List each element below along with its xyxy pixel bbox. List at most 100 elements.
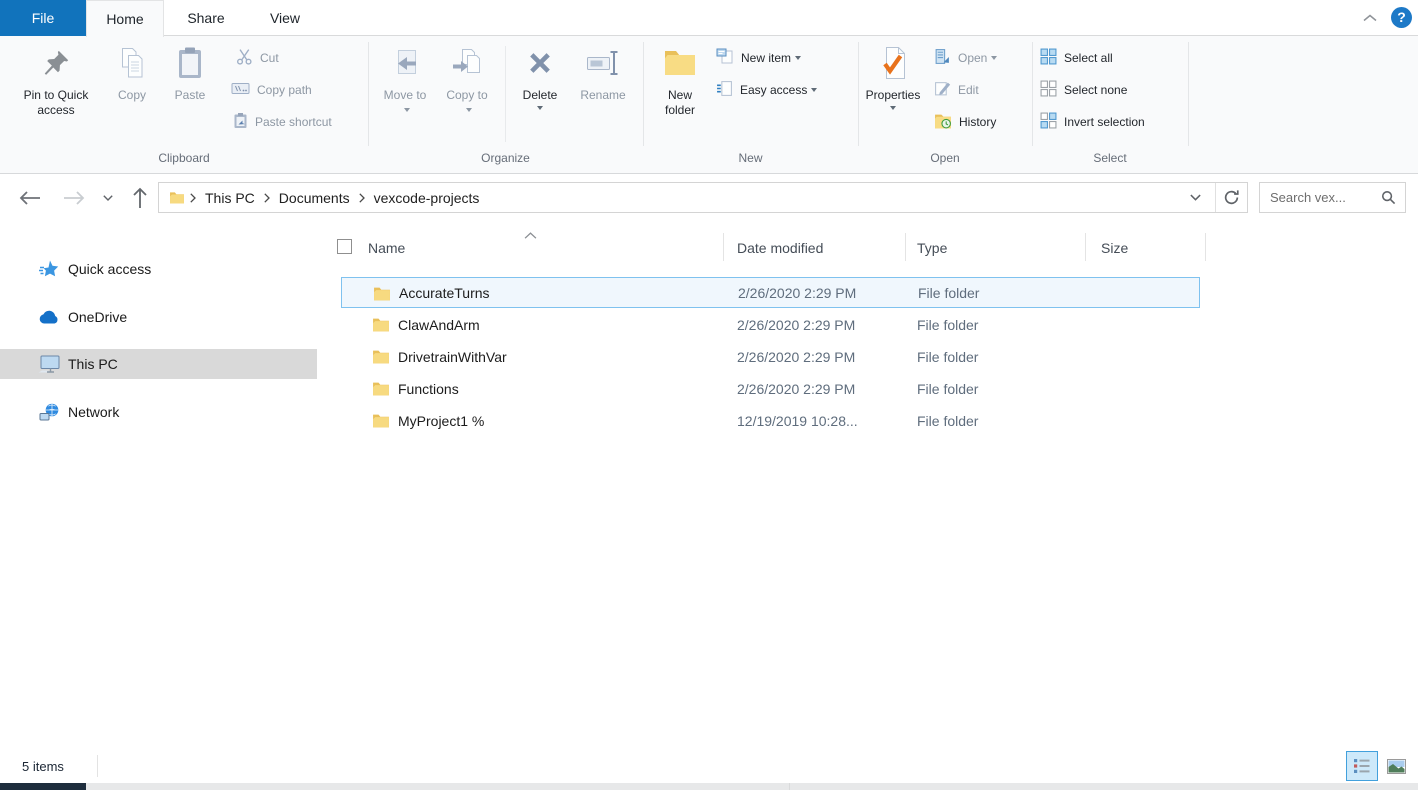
file-row[interactable]: AccurateTurns 2/26/2020 2:29 PM File fol…	[341, 277, 1200, 308]
file-row[interactable]: ClawAndArm 2/26/2020 2:29 PM File folder	[341, 309, 1200, 340]
forward-button[interactable]	[60, 186, 88, 210]
clipboard-paste-icon	[162, 40, 218, 86]
pushpin-icon	[14, 40, 98, 86]
arrow-up-icon	[133, 187, 147, 209]
new-item-button[interactable]: New item	[716, 46, 801, 70]
select-all-button[interactable]: Select all	[1040, 46, 1113, 70]
pin-to-quick-access-button[interactable]: Pin to Quick access	[14, 40, 98, 118]
ribbon-tab-bar: File Home Share View ?	[0, 0, 1418, 36]
group-divider	[1188, 42, 1189, 146]
thumbnail-view-icon	[1387, 759, 1406, 774]
status-bar: 5 items	[0, 750, 1418, 783]
breadcrumb-chevron-icon	[354, 193, 370, 203]
dropdown-caret-icon	[890, 106, 896, 110]
folder-icon	[372, 381, 390, 401]
file-date: 2/26/2020 2:29 PM	[738, 285, 856, 301]
properties-button[interactable]: Properties	[862, 40, 924, 110]
sort-ascending-icon	[524, 226, 537, 244]
copy-path-button[interactable]: Copy path	[231, 78, 312, 102]
group-label-select: Select	[1032, 151, 1188, 169]
rename-button[interactable]: Rename	[570, 40, 636, 103]
chevron-down-icon	[103, 195, 113, 201]
file-row[interactable]: DrivetrainWithVar 2/26/2020 2:29 PM File…	[341, 341, 1200, 372]
file-name: ClawAndArm	[398, 317, 480, 333]
select-all-icon	[1040, 48, 1057, 68]
delete-button[interactable]: Delete	[512, 40, 568, 110]
scissors-icon	[236, 48, 253, 68]
invert-selection-button[interactable]: Invert selection	[1040, 110, 1145, 134]
paste-shortcut-button[interactable]: Paste shortcut	[233, 110, 332, 134]
file-row[interactable]: Functions 2/26/2020 2:29 PM File folder	[341, 373, 1200, 404]
help-button[interactable]: ?	[1391, 7, 1412, 28]
group-label-clipboard: Clipboard	[0, 151, 368, 169]
column-header-name[interactable]: Name	[368, 238, 405, 258]
column-header-size[interactable]: Size	[1101, 238, 1128, 258]
chevron-down-icon	[1190, 194, 1201, 201]
folder-icon	[372, 349, 390, 369]
column-header-type[interactable]: Type	[917, 238, 947, 258]
file-row[interactable]: MyProject1 % 12/19/2019 10:28... File fo…	[341, 405, 1200, 436]
tab-share[interactable]: Share	[164, 0, 248, 36]
file-name: MyProject1 %	[398, 413, 484, 429]
paste-button[interactable]: Paste	[162, 40, 218, 103]
question-mark-icon: ?	[1397, 7, 1406, 28]
easy-access-icon	[716, 80, 733, 100]
file-date: 12/19/2019 10:28...	[737, 413, 858, 429]
edit-pencil-icon	[934, 80, 951, 100]
search-input[interactable]	[1260, 190, 1381, 205]
column-divider[interactable]	[1085, 233, 1086, 261]
quick-access-star-icon	[38, 259, 60, 279]
paste-shortcut-icon	[233, 112, 248, 132]
easy-access-button[interactable]: Easy access	[716, 78, 817, 102]
sidebar-item-network[interactable]: Network	[0, 397, 317, 427]
recent-locations-button[interactable]	[100, 192, 116, 204]
copy-button[interactable]: Copy	[104, 40, 160, 103]
tab-home[interactable]: Home	[86, 0, 164, 37]
column-divider[interactable]	[723, 233, 724, 261]
column-divider[interactable]	[905, 233, 906, 261]
collapse-ribbon-button[interactable]	[1358, 7, 1382, 28]
address-bar[interactable]: This PC Documents vexcode-projects	[158, 182, 1248, 213]
sidebar-item-this-pc[interactable]: This PC	[0, 349, 317, 379]
file-name: AccurateTurns	[399, 285, 490, 301]
file-date: 2/26/2020 2:29 PM	[737, 317, 855, 333]
column-divider[interactable]	[1205, 233, 1206, 261]
folder-icon	[169, 191, 185, 204]
open-button[interactable]: Open	[934, 46, 997, 70]
select-all-checkbox[interactable]	[337, 239, 352, 254]
dropdown-caret-icon	[466, 108, 472, 112]
tab-file[interactable]: File	[0, 0, 86, 36]
select-none-button[interactable]: Select none	[1040, 78, 1127, 102]
new-folder-icon	[650, 40, 710, 86]
group-label-new: New	[643, 151, 858, 169]
large-icons-view-button[interactable]	[1380, 751, 1412, 781]
address-dropdown-button[interactable]	[1176, 194, 1215, 201]
breadcrumb-current-folder[interactable]: vexcode-projects	[370, 190, 484, 206]
breadcrumb-this-pc[interactable]: This PC	[201, 190, 259, 206]
dropdown-caret-icon	[404, 108, 410, 112]
refresh-button[interactable]	[1216, 189, 1247, 206]
history-button[interactable]: History	[934, 110, 996, 134]
back-button[interactable]	[16, 186, 44, 210]
dropdown-caret-icon	[991, 56, 997, 60]
file-date: 2/26/2020 2:29 PM	[737, 349, 855, 365]
copy-to-button[interactable]: Copy to	[440, 40, 494, 118]
cut-button[interactable]: Cut	[236, 46, 279, 70]
chevron-up-icon	[1363, 9, 1377, 27]
move-to-button[interactable]: Move to	[378, 40, 432, 118]
new-folder-button[interactable]: New folder	[650, 40, 710, 118]
details-view-button[interactable]	[1346, 751, 1378, 781]
open-icon	[934, 48, 951, 68]
group-divider	[643, 42, 644, 146]
up-button[interactable]	[128, 184, 152, 212]
tab-view[interactable]: View	[248, 0, 322, 36]
file-type: File folder	[917, 413, 978, 429]
breadcrumb-documents[interactable]: Documents	[275, 190, 354, 206]
sidebar-item-onedrive[interactable]: OneDrive	[0, 302, 317, 332]
group-divider	[858, 42, 859, 146]
file-type: File folder	[918, 285, 979, 301]
column-header-date-modified[interactable]: Date modified	[737, 238, 823, 258]
sidebar-item-quick-access[interactable]: Quick access	[0, 254, 317, 284]
search-icon[interactable]	[1381, 190, 1405, 205]
edit-button[interactable]: Edit	[934, 78, 979, 102]
